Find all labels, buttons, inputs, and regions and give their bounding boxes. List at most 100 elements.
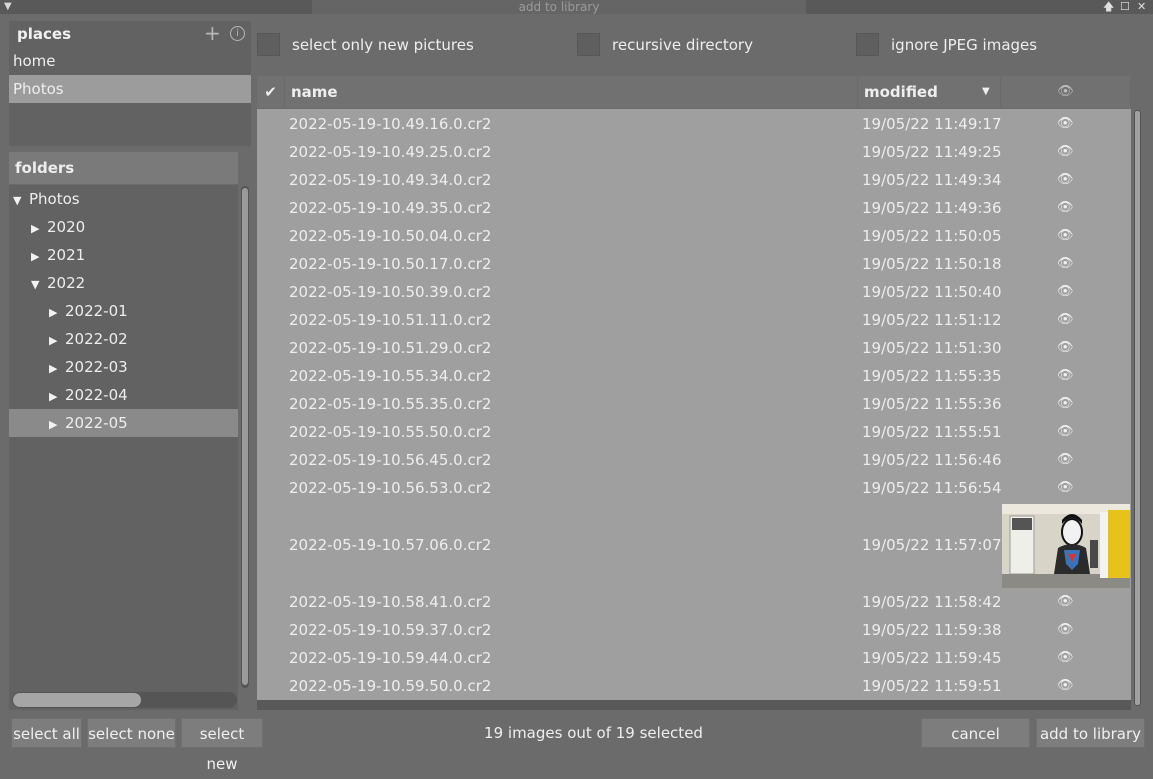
- scrollbar-thumb[interactable]: [13, 693, 141, 707]
- eye-icon[interactable]: 👁: [1057, 250, 1074, 278]
- folder-item-2022-01[interactable]: ▶ 2022-01: [9, 297, 238, 325]
- window-menu-icon[interactable]: ▼: [4, 0, 12, 14]
- table-row[interactable]: 2022-05-19-10.59.44.0.cr2 19/05/22 11:59…: [257, 644, 1131, 672]
- files-vertical-scrollbar[interactable]: [1133, 110, 1143, 706]
- eye-icon[interactable]: 👁: [1057, 278, 1074, 306]
- table-row[interactable]: 2022-05-19-10.56.45.0.cr2 19/05/22 11:56…: [257, 446, 1131, 474]
- select-all-button[interactable]: select all: [11, 718, 82, 748]
- eye-icon[interactable]: 👁: [1057, 644, 1074, 672]
- table-row[interactable]: 2022-05-19-10.49.25.0.cr2 19/05/22 11:49…: [257, 138, 1131, 166]
- folder-label: 2022-04: [65, 386, 128, 404]
- collapsed-triangle-icon[interactable]: ▶: [49, 383, 65, 411]
- collapsed-triangle-icon[interactable]: ▶: [49, 299, 65, 327]
- eye-icon[interactable]: 👁: [1057, 446, 1074, 474]
- file-name: 2022-05-19-10.56.53.0.cr2: [289, 479, 492, 497]
- folder-item-2022-04[interactable]: ▶ 2022-04: [9, 381, 238, 409]
- folder-label: 2022-01: [65, 302, 128, 320]
- eye-icon[interactable]: 👁: [1057, 194, 1074, 222]
- table-row[interactable]: 2022-05-19-10.49.34.0.cr2 19/05/22 11:49…: [257, 166, 1131, 194]
- table-row[interactable]: 2022-05-19-10.55.34.0.cr2 19/05/22 11:55…: [257, 362, 1131, 390]
- eye-icon[interactable]: 👁: [1057, 672, 1074, 700]
- file-table-body: 2022-05-19-10.49.16.0.cr2 19/05/22 11:49…: [257, 109, 1131, 700]
- eye-icon[interactable]: 👁: [1057, 166, 1074, 194]
- eye-icon[interactable]: 👁: [1057, 222, 1074, 250]
- file-modified: 19/05/22 11:50:18: [862, 255, 1002, 273]
- table-row[interactable]: 2022-05-19-10.56.53.0.cr2 19/05/22 11:56…: [257, 474, 1131, 502]
- folder-label: 2022-03: [65, 358, 128, 376]
- scrollbar-thumb[interactable]: [1134, 110, 1141, 706]
- folder-item-2022-05[interactable]: ▶ 2022-05: [9, 409, 238, 437]
- file-name: 2022-05-19-10.55.35.0.cr2: [289, 395, 492, 413]
- window-titlebar: ▼ add to library 🡅 ☐ ✕: [0, 0, 1153, 14]
- cancel-button[interactable]: cancel: [921, 718, 1030, 748]
- file-name: 2022-05-19-10.56.45.0.cr2: [289, 451, 492, 469]
- keep-above-icon[interactable]: 🡅: [1103, 0, 1114, 14]
- table-row-with-thumbnail[interactable]: 2022-05-19-10.57.06.0.cr2 19/05/22 11:57…: [257, 502, 1131, 588]
- folder-item-2022[interactable]: ▼ 2022: [9, 269, 238, 297]
- eye-icon[interactable]: 👁: [1057, 390, 1074, 418]
- select-only-new-checkbox[interactable]: [257, 33, 280, 56]
- table-row[interactable]: 2022-05-19-10.51.29.0.cr2 19/05/22 11:51…: [257, 334, 1131, 362]
- collapsed-triangle-icon[interactable]: ▶: [49, 355, 65, 383]
- eye-column-header-icon[interactable]: 👁: [1001, 76, 1131, 108]
- eye-icon[interactable]: 👁: [1057, 418, 1074, 446]
- place-item-photos[interactable]: Photos: [9, 75, 251, 103]
- eye-icon[interactable]: 👁: [1057, 306, 1074, 334]
- eye-icon[interactable]: 👁: [1057, 334, 1074, 362]
- file-modified: 19/05/22 11:59:45: [862, 649, 1002, 667]
- folder-item-2021[interactable]: ▶ 2021: [9, 241, 238, 269]
- table-row[interactable]: 2022-05-19-10.50.04.0.cr2 19/05/22 11:50…: [257, 222, 1131, 250]
- eye-icon[interactable]: 👁: [1057, 110, 1074, 138]
- add-to-library-button[interactable]: add to library: [1036, 718, 1145, 748]
- maximize-icon[interactable]: ☐: [1120, 0, 1130, 14]
- name-column-header[interactable]: name: [285, 76, 858, 108]
- table-row[interactable]: 2022-05-19-10.49.16.0.cr2 19/05/22 11:49…: [257, 110, 1131, 138]
- scrollbar-thumb[interactable]: [242, 188, 248, 685]
- table-row[interactable]: 2022-05-19-10.59.37.0.cr2 19/05/22 11:59…: [257, 616, 1131, 644]
- expanded-triangle-icon[interactable]: ▼: [31, 271, 47, 299]
- image-thumbnail[interactable]: [1002, 504, 1130, 588]
- folders-header: folders: [9, 152, 238, 184]
- add-place-icon[interactable]: +: [204, 21, 221, 45]
- folders-vertical-scrollbar[interactable]: [241, 186, 249, 688]
- place-item-home[interactable]: home: [9, 47, 251, 75]
- places-header: places: [17, 25, 71, 43]
- folder-item-photos[interactable]: ▼ Photos: [9, 185, 238, 213]
- folder-item-2020[interactable]: ▶ 2020: [9, 213, 238, 241]
- file-modified: 19/05/22 11:55:36: [862, 395, 1002, 413]
- collapsed-triangle-icon[interactable]: ▶: [31, 215, 47, 243]
- eye-icon[interactable]: 👁: [1057, 616, 1074, 644]
- folder-label: Photos: [29, 190, 80, 208]
- table-row[interactable]: 2022-05-19-10.49.35.0.cr2 19/05/22 11:49…: [257, 194, 1131, 222]
- table-row[interactable]: 2022-05-19-10.51.11.0.cr2 19/05/22 11:51…: [257, 306, 1131, 334]
- folders-horizontal-scrollbar[interactable]: [9, 690, 238, 710]
- file-name: 2022-05-19-10.49.35.0.cr2: [289, 199, 492, 217]
- file-name: 2022-05-19-10.50.04.0.cr2: [289, 227, 492, 245]
- collapsed-triangle-icon[interactable]: ▶: [49, 327, 65, 355]
- expanded-triangle-icon[interactable]: ▼: [13, 187, 29, 215]
- table-row[interactable]: 2022-05-19-10.55.50.0.cr2 19/05/22 11:55…: [257, 418, 1131, 446]
- close-icon[interactable]: ✕: [1137, 0, 1146, 14]
- collapsed-triangle-icon[interactable]: ▶: [49, 411, 65, 439]
- select-none-button[interactable]: select none: [87, 718, 176, 748]
- eye-icon[interactable]: 👁: [1057, 138, 1074, 166]
- info-icon[interactable]: i: [230, 26, 245, 41]
- table-row[interactable]: 2022-05-19-10.58.41.0.cr2 19/05/22 11:58…: [257, 588, 1131, 616]
- folder-item-2022-02[interactable]: ▶ 2022-02: [9, 325, 238, 353]
- table-row[interactable]: 2022-05-19-10.50.39.0.cr2 19/05/22 11:50…: [257, 278, 1131, 306]
- table-row[interactable]: 2022-05-19-10.55.35.0.cr2 19/05/22 11:55…: [257, 390, 1131, 418]
- select-new-button[interactable]: select new: [181, 718, 263, 773]
- check-column-header[interactable]: ✔: [257, 76, 285, 108]
- table-row[interactable]: 2022-05-19-10.50.17.0.cr2 19/05/22 11:50…: [257, 250, 1131, 278]
- table-row[interactable]: 2022-05-19-10.59.50.0.cr2 19/05/22 11:59…: [257, 672, 1131, 700]
- eye-icon[interactable]: 👁: [1057, 588, 1074, 616]
- collapsed-triangle-icon[interactable]: ▶: [31, 243, 47, 271]
- folder-item-2022-03[interactable]: ▶ 2022-03: [9, 353, 238, 381]
- eye-icon[interactable]: 👁: [1057, 362, 1074, 390]
- recursive-directory-checkbox[interactable]: [577, 33, 600, 56]
- file-name: 2022-05-19-10.50.39.0.cr2: [289, 283, 492, 301]
- file-modified: 19/05/22 11:58:42: [862, 593, 1002, 611]
- modified-column-header[interactable]: modified ▼: [858, 76, 1001, 108]
- eye-icon[interactable]: 👁: [1057, 474, 1074, 502]
- ignore-jpeg-checkbox[interactable]: [856, 33, 879, 56]
